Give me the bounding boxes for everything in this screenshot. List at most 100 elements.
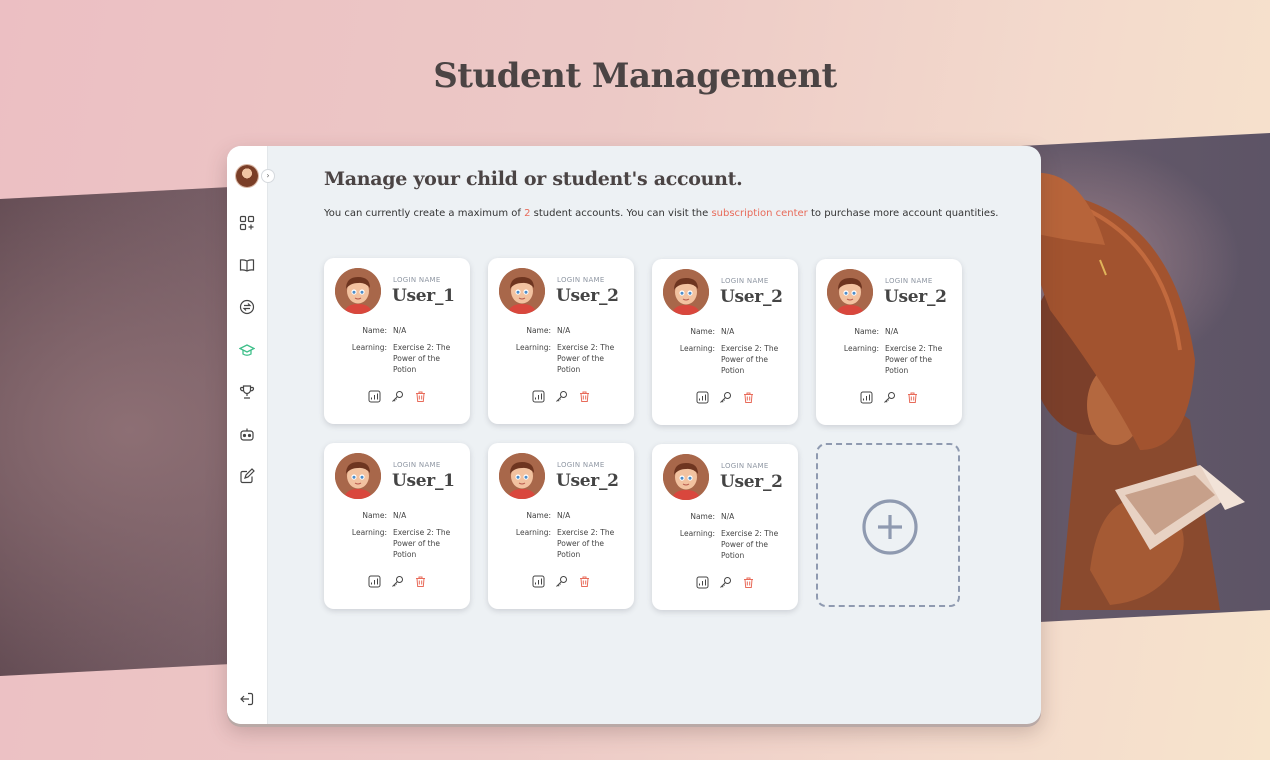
chart-icon — [532, 575, 545, 588]
student-card[interactable]: LOGIN NAME User_2 Name: N/A Learning: Exercis… — [652, 259, 798, 425]
sidebar: › — [227, 146, 275, 724]
chart-icon — [860, 391, 873, 404]
key-icon — [391, 390, 404, 403]
chart-button[interactable] — [696, 576, 709, 589]
trash-button[interactable] — [578, 575, 591, 588]
trash-button[interactable] — [742, 391, 755, 404]
username: User_2 — [720, 287, 783, 307]
login-name-label: LOGIN NAME — [557, 461, 605, 469]
learning-progress: Exercise 2: The Power of the Potion — [393, 528, 451, 559]
name-label: Name: — [690, 327, 715, 336]
chart-icon — [368, 390, 381, 403]
plus-circle-icon — [862, 499, 918, 555]
trash-button[interactable] — [578, 390, 591, 403]
learning-label: Learning: — [351, 528, 387, 537]
card-actions — [652, 391, 798, 405]
notice-text: You can currently create a maximum of — [324, 208, 525, 219]
graduation-cap-icon[interactable] — [239, 342, 255, 358]
learning-progress: Exercise 2: The Power of the Potion — [557, 343, 615, 374]
learning-label: Learning: — [679, 529, 715, 538]
username: User_1 — [392, 471, 455, 491]
student-name: N/A — [885, 327, 899, 336]
student-name: N/A — [557, 511, 571, 520]
student-name: N/A — [721, 327, 735, 336]
edit-icon[interactable] — [239, 468, 255, 484]
login-name-label: LOGIN NAME — [721, 277, 769, 285]
student-name: N/A — [557, 326, 571, 335]
name-label: Name: — [854, 327, 879, 336]
key-icon — [883, 391, 896, 404]
student-name: N/A — [393, 511, 407, 520]
learning-label: Learning: — [679, 344, 715, 353]
page-title: Student Management — [433, 56, 837, 96]
chart-icon — [696, 391, 709, 404]
key-icon — [555, 390, 568, 403]
name-label: Name: — [362, 511, 387, 520]
username: User_2 — [884, 287, 947, 307]
user-avatar[interactable] — [236, 165, 258, 187]
student-name: N/A — [393, 326, 407, 335]
student-card[interactable]: LOGIN NAME User_1 Name: N/A Learning: Exercis… — [324, 258, 470, 424]
trash-button[interactable] — [414, 390, 427, 403]
trash-button[interactable] — [742, 576, 755, 589]
name-label: Name: — [526, 511, 551, 520]
subscription-center-link[interactable]: subscription center — [711, 208, 807, 219]
key-icon — [719, 391, 732, 404]
key-icon — [555, 575, 568, 588]
chart-button[interactable] — [696, 391, 709, 404]
chart-icon — [368, 575, 381, 588]
student-avatar — [499, 453, 545, 499]
key-button[interactable] — [719, 391, 732, 404]
key-button[interactable] — [391, 575, 404, 588]
student-card[interactable]: LOGIN NAME User_2 Name: N/A Learning: Exercis… — [652, 444, 798, 610]
student-card[interactable]: LOGIN NAME User_2 Name: N/A Learning: Exercis… — [488, 443, 634, 609]
key-button[interactable] — [555, 575, 568, 588]
student-name: N/A — [721, 512, 735, 521]
trash-icon — [414, 390, 427, 403]
character-illustration — [1020, 172, 1245, 610]
student-card[interactable]: LOGIN NAME User_1 Name: N/A Learning: Exercis… — [324, 443, 470, 609]
login-name-label: LOGIN NAME — [885, 277, 933, 285]
key-button[interactable] — [719, 576, 732, 589]
student-avatar — [499, 268, 545, 314]
chart-button[interactable] — [368, 575, 381, 588]
trophy-icon[interactable] — [239, 384, 255, 400]
trash-icon — [742, 391, 755, 404]
login-name-label: LOGIN NAME — [393, 461, 441, 469]
sidebar-toggle-button[interactable]: › — [261, 169, 275, 183]
chart-button[interactable] — [368, 390, 381, 403]
trash-button[interactable] — [414, 575, 427, 588]
learning-progress: Exercise 2: The Power of the Potion — [393, 343, 451, 374]
username: User_2 — [556, 471, 619, 491]
logout-icon[interactable] — [239, 691, 255, 707]
trash-icon — [742, 576, 755, 589]
add-student-button[interactable] — [816, 443, 960, 607]
key-button[interactable] — [391, 390, 404, 403]
learning-progress: Exercise 2: The Power of the Potion — [885, 344, 943, 375]
trash-icon — [578, 575, 591, 588]
exchange-icon[interactable] — [239, 299, 255, 315]
student-avatar — [827, 269, 873, 315]
login-name-label: LOGIN NAME — [393, 276, 441, 284]
student-card[interactable]: LOGIN NAME User_2 Name: N/A Learning: Exercis… — [488, 258, 634, 424]
key-button[interactable] — [883, 391, 896, 404]
key-icon — [719, 576, 732, 589]
chart-button[interactable] — [532, 390, 545, 403]
book-icon[interactable] — [239, 257, 255, 273]
apps-add-icon[interactable] — [239, 215, 255, 231]
trash-icon — [414, 575, 427, 588]
chart-icon — [696, 576, 709, 589]
chart-button[interactable] — [532, 575, 545, 588]
panel-heading: Manage your child or student's account. — [324, 168, 743, 190]
learning-label: Learning: — [515, 343, 551, 352]
student-avatar — [663, 269, 709, 315]
card-actions — [488, 575, 634, 589]
name-label: Name: — [362, 326, 387, 335]
trash-button[interactable] — [906, 391, 919, 404]
chart-button[interactable] — [860, 391, 873, 404]
card-actions — [488, 390, 634, 404]
trash-icon — [906, 391, 919, 404]
robot-icon[interactable] — [239, 426, 255, 442]
student-card[interactable]: LOGIN NAME User_2 Name: N/A Learning: Exercis… — [816, 259, 962, 425]
key-button[interactable] — [555, 390, 568, 403]
